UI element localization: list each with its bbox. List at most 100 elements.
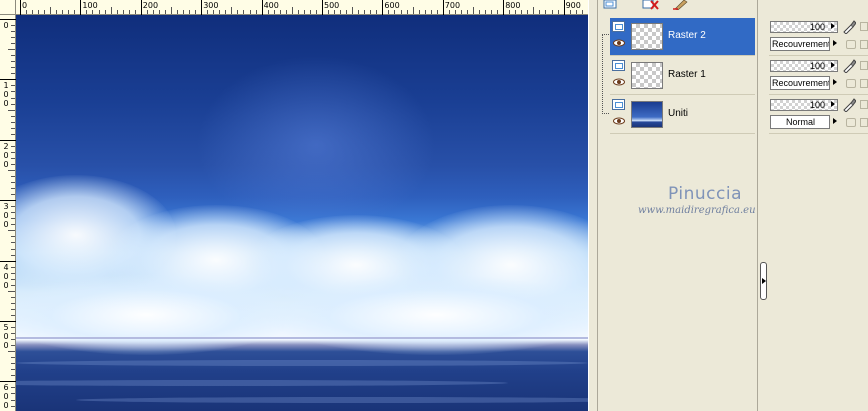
ruler-label: 3 (3, 202, 9, 212)
brush-icon[interactable] (842, 20, 856, 34)
layer-row-raster-1[interactable]: Raster 1 (610, 57, 755, 95)
opacity-field[interactable]: 100 (770, 21, 838, 33)
ruler-minor-tick (551, 10, 553, 14)
opacity-arrow-icon[interactable] (831, 62, 835, 68)
ruler-minor-tick (249, 10, 251, 14)
ruler-minor-tick (436, 10, 438, 14)
ruler-major-tick (261, 0, 263, 15)
ruler-minor-tick (11, 327, 15, 329)
ruler-minor-tick (11, 25, 15, 27)
ruler-label: 2 (3, 141, 9, 151)
opacity-field[interactable]: 100 (770, 60, 838, 72)
visibility-eye-icon[interactable] (613, 117, 625, 125)
ruler-minor-tick (491, 10, 493, 14)
ruler-minor-tick (454, 10, 456, 14)
ruler-minor-tick (134, 10, 136, 14)
ruler-major-tick (322, 0, 323, 15)
ruler-label: 5 (3, 323, 9, 332)
ruler-minor-tick (8, 351, 15, 353)
ruler-minor-tick (116, 10, 118, 14)
panel-splitter[interactable] (588, 0, 598, 411)
ruler-minor-tick (406, 10, 408, 14)
ruler-minor-tick (11, 145, 15, 147)
ruler-major-tick (80, 0, 82, 15)
ruler-minor-tick (533, 7, 535, 14)
horizon-line (16, 337, 588, 339)
ruler-major-tick (201, 0, 203, 15)
ruler-minor-tick (11, 278, 15, 280)
blend-mode-select[interactable]: Normal (770, 115, 839, 129)
lock-icon[interactable] (846, 40, 856, 49)
ruler-minor-tick (521, 10, 523, 14)
layer-row-raster-2[interactable]: Raster 2 (610, 18, 755, 56)
ruler-minor-tick (418, 10, 420, 14)
ruler-minor-tick (11, 266, 15, 268)
ruler-minor-tick (400, 10, 402, 14)
new-layer-icon[interactable] (602, 0, 620, 10)
lock-icon[interactable] (846, 79, 856, 88)
ruler-minor-tick (11, 61, 15, 63)
ruler-label: 300 (203, 1, 219, 10)
ruler-minor-tick (11, 212, 15, 214)
ruler-minor-tick (177, 10, 179, 14)
ruler-minor-tick (575, 10, 577, 14)
raster-layer-icon (612, 60, 625, 71)
layer-name: Raster 1 (668, 69, 706, 80)
opacity-arrow-icon[interactable] (831, 101, 835, 107)
ruler-label: 600 (384, 1, 400, 10)
lock-icon[interactable] (846, 118, 856, 127)
ruler-minor-tick (146, 10, 148, 14)
layer-row-uniti[interactable]: Uniti (610, 96, 755, 134)
ruler-minor-tick (346, 10, 348, 14)
dropdown-arrow-icon[interactable] (829, 37, 839, 51)
ruler-minor-tick (291, 7, 293, 14)
wave (16, 380, 508, 386)
raster-layer-icon (612, 21, 625, 32)
ruler-minor-tick (309, 10, 311, 14)
ruler-label: 500 (324, 1, 340, 10)
watermark-title: Pinuccia (668, 184, 742, 204)
ruler-minor-tick (557, 10, 559, 14)
ruler-major-tick (0, 139, 16, 141)
ruler-minor-tick (569, 10, 571, 14)
cloud (266, 275, 588, 355)
ruler-minor-tick (8, 230, 15, 232)
ruler-corner (0, 0, 16, 15)
opacity-field[interactable]: 100 (770, 99, 838, 111)
opacity-arrow-icon[interactable] (831, 23, 835, 29)
brush-icon[interactable] (842, 59, 856, 73)
link-icon[interactable] (860, 79, 868, 88)
dropdown-arrow-icon[interactable] (829, 115, 839, 129)
dropdown-arrow-icon[interactable] (829, 76, 839, 90)
collapse-panel-button[interactable] (760, 262, 767, 300)
visibility-eye-icon[interactable] (613, 78, 625, 86)
ruler-minor-tick (466, 10, 468, 14)
layer-thumbnail (631, 101, 663, 128)
image-canvas[interactable] (16, 15, 588, 411)
ruler-minor-tick (11, 133, 15, 135)
layers-palette: Raster 2 Raster 1 Uniti Pinuccia www.mai… (598, 0, 758, 411)
brush-icon[interactable] (842, 98, 856, 112)
link-icon[interactable] (860, 118, 868, 127)
ruler-minor-tick (11, 314, 15, 316)
blend-mode-select[interactable]: Recouvrement (770, 37, 839, 51)
ruler-minor-tick (424, 10, 426, 14)
mask-icon[interactable] (860, 22, 868, 31)
ruler-minor-tick (539, 10, 541, 14)
ruler-minor-tick (128, 10, 130, 14)
ruler-minor-tick (11, 55, 15, 57)
ruler-label: 6 (3, 383, 9, 393)
edit-icon[interactable] (672, 0, 690, 10)
blend-mode-select[interactable]: Recouvrement (770, 76, 839, 90)
link-icon[interactable] (860, 40, 868, 49)
visibility-eye-icon[interactable] (613, 39, 625, 47)
mask-icon[interactable] (860, 61, 868, 70)
delete-layer-icon[interactable] (642, 0, 660, 10)
ruler-minor-tick (11, 163, 15, 165)
layer-name: Uniti (668, 108, 689, 119)
ruler-minor-tick (11, 248, 15, 250)
ruler-minor-tick (98, 10, 100, 14)
ruler-label: 0 (3, 392, 9, 402)
ruler-label: 0 (3, 332, 9, 341)
mask-icon[interactable] (860, 100, 868, 109)
